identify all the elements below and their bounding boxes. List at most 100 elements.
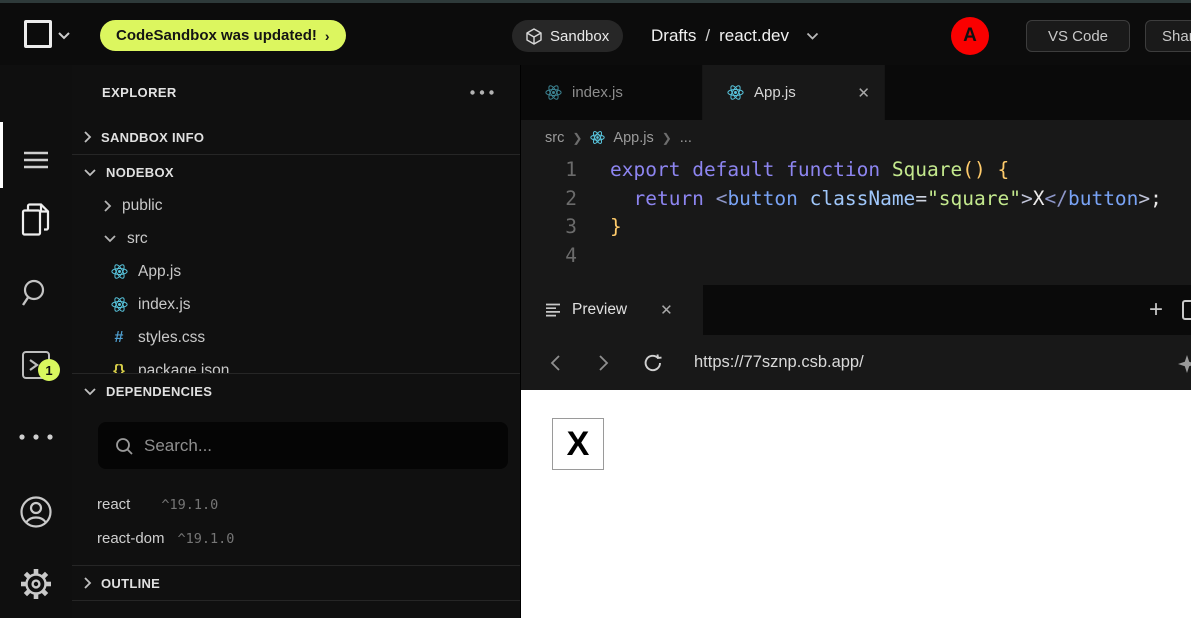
tree-item-src[interactable]: src: [72, 222, 520, 255]
dependency-name: react: [97, 496, 130, 513]
tree-item-package-json[interactable]: {} package.json: [72, 354, 520, 373]
account-icon: [19, 495, 53, 529]
codesandbox-logo[interactable]: [24, 20, 52, 48]
code-line[interactable]: 2 return <button className="square">X</b…: [521, 185, 1191, 214]
project-breadcrumb[interactable]: Drafts / react.dev: [651, 3, 819, 68]
line-number: 3: [521, 213, 590, 242]
gear-icon: [18, 566, 54, 602]
dependency-row[interactable]: react ^19.1.0: [72, 496, 520, 513]
chevron-right-icon: [103, 199, 112, 213]
files-icon: [20, 203, 52, 237]
tree-item-styles-css[interactable]: # styles.css: [72, 321, 520, 354]
tree-item-app-js[interactable]: App.js: [72, 255, 520, 288]
terminal-badge: 1: [38, 359, 60, 381]
code-text: [590, 242, 610, 271]
cube-icon: [526, 28, 542, 45]
search-view-button[interactable]: [0, 269, 72, 317]
file-label: styles.css: [138, 329, 205, 347]
add-preview-button[interactable]: +: [1149, 285, 1163, 335]
editor-breadcrumb: src ❯ App.js ❯ ...: [521, 120, 1191, 155]
preview-tab-bar: Preview ✕ +: [521, 285, 1191, 335]
section-sandbox-info[interactable]: SANDBOX INFO: [72, 120, 520, 154]
css-file-icon: #: [110, 329, 128, 347]
close-icon[interactable]: ✕: [857, 84, 870, 102]
logo-chevron-down-icon[interactable]: [57, 31, 71, 40]
chevron-right-icon: [83, 130, 92, 144]
tab-index-js[interactable]: index.js: [521, 65, 703, 120]
tab-label: index.js: [572, 84, 623, 101]
search-input[interactable]: [144, 436, 494, 456]
terminal-view-button[interactable]: 1: [0, 341, 72, 389]
accounts-button[interactable]: [0, 488, 72, 536]
back-button[interactable]: [545, 354, 565, 372]
react-icon: [727, 84, 744, 101]
sidebar-more-icon[interactable]: [470, 90, 494, 95]
project-chevron-down-icon[interactable]: [806, 32, 819, 40]
file-label: src: [127, 230, 148, 248]
dependency-version: ^19.1.0: [178, 531, 235, 547]
sidebar-title: EXPLORER: [102, 85, 177, 100]
react-icon: [110, 263, 128, 280]
file-label: package.json: [138, 362, 229, 374]
section-outline[interactable]: OUTLINE: [72, 566, 520, 600]
tab-label: App.js: [754, 84, 796, 101]
editor-tab-bar: index.js App.js ✕: [521, 65, 1191, 120]
sandbox-badge[interactable]: Sandbox: [512, 20, 623, 52]
forward-button[interactable]: [593, 354, 613, 372]
preview-url[interactable]: https://77sznp.csb.app/: [694, 353, 864, 372]
tab-preview[interactable]: Preview ✕: [521, 285, 703, 335]
chevron-right-icon: ❯: [662, 131, 672, 145]
ellipsis-icon: [19, 434, 53, 440]
code-lines: 1export default function Square() {2 ret…: [521, 156, 1191, 270]
chevron-right-icon: [83, 576, 92, 590]
avatar[interactable]: A: [951, 17, 989, 55]
square-button[interactable]: X: [552, 418, 604, 470]
breadcrumb-separator: /: [705, 26, 710, 46]
search-icon: [115, 437, 133, 455]
code-line[interactable]: 4: [521, 242, 1191, 271]
list-icon: [545, 303, 561, 317]
chevron-down-icon: [83, 387, 97, 396]
section-dependencies[interactable]: DEPENDENCIES: [72, 374, 520, 408]
code-text: export default function Square() {: [590, 156, 1009, 185]
code-text: return <button className="square">X</but…: [590, 185, 1162, 214]
clipped-row: {} package.json: [72, 354, 520, 373]
chevron-down-icon: [83, 168, 97, 177]
line-number: 2: [521, 185, 590, 214]
tree-item-public[interactable]: public: [72, 189, 520, 222]
more-views-button[interactable]: [0, 413, 72, 461]
line-number: 1: [521, 156, 590, 185]
update-banner-text: CodeSandbox was updated!: [116, 27, 317, 44]
update-banner[interactable]: CodeSandbox was updated! ›: [100, 20, 346, 51]
close-icon[interactable]: ✕: [660, 301, 673, 319]
dependency-search[interactable]: [98, 422, 508, 469]
tree-item-index-js[interactable]: index.js: [72, 288, 520, 321]
sparkle-icon[interactable]: [1177, 354, 1191, 374]
search-icon: [21, 278, 51, 308]
breadcrumb-segment[interactable]: ...: [680, 130, 692, 146]
settings-button[interactable]: [0, 560, 72, 608]
dependency-name: react-dom: [97, 530, 165, 547]
breadcrumb-segment[interactable]: App.js: [613, 130, 653, 146]
tab-app-js[interactable]: App.js ✕: [703, 65, 885, 120]
divider: [72, 600, 520, 601]
project-name: react.dev: [719, 26, 789, 46]
dependency-row[interactable]: react-dom ^19.1.0: [72, 530, 520, 547]
code-area[interactable]: 1export default function Square() {2 ret…: [521, 155, 1191, 285]
chevron-right-icon: ❯: [572, 131, 582, 145]
refresh-button[interactable]: [643, 353, 663, 373]
share-button[interactable]: Share: [1145, 20, 1191, 52]
menu-button[interactable]: [0, 136, 72, 184]
split-view-icon[interactable]: [1182, 300, 1191, 320]
breadcrumb-segment[interactable]: src: [545, 130, 564, 146]
code-line[interactable]: 1export default function Square() {: [521, 156, 1191, 185]
top-bar: CodeSandbox was updated! › Sandbox Draft…: [0, 0, 1191, 65]
vscode-button[interactable]: VS Code: [1026, 20, 1130, 52]
dependency-version: ^19.1.0: [161, 497, 218, 513]
chevron-down-icon: [103, 234, 117, 243]
explorer-view-button[interactable]: [0, 196, 72, 244]
explorer-sidebar: EXPLORER SANDBOX INFO NODEBOX public src…: [72, 65, 521, 618]
code-line[interactable]: 3}: [521, 213, 1191, 242]
section-nodebox[interactable]: NODEBOX: [72, 155, 520, 189]
tab-label: Preview: [572, 301, 627, 319]
